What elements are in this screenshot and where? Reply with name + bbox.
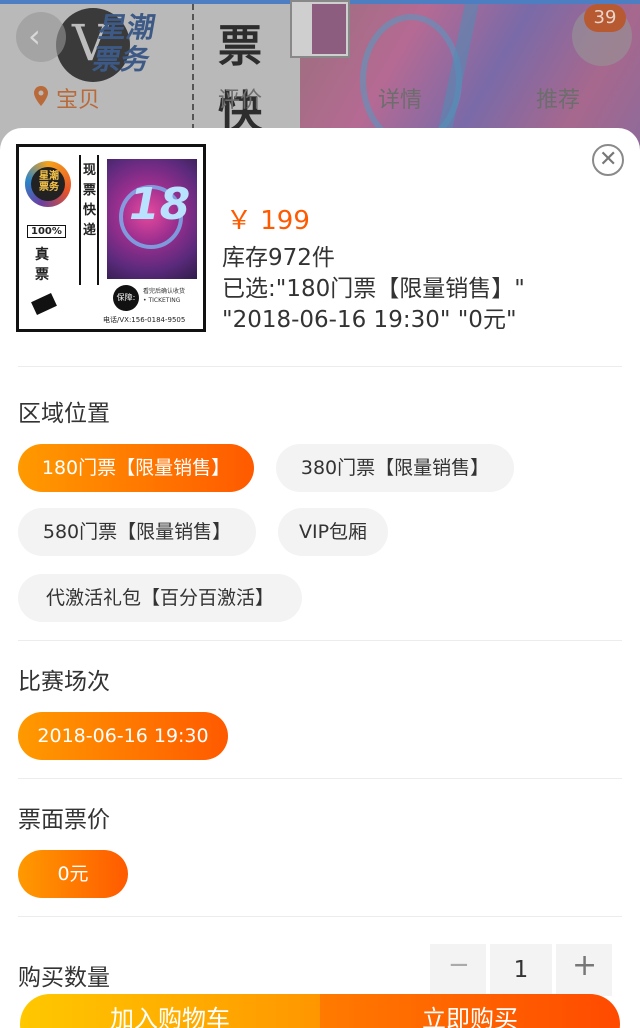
sku-sheet: ✕ 星潮 票务 100% 真 票 现 票 快 递 18 保障: 看完后确认收货 …	[0, 128, 640, 1028]
tab-reviews[interactable]: 评价	[218, 82, 262, 114]
quantity-input[interactable]: 1	[490, 944, 552, 996]
session-title: 比赛场次	[18, 669, 110, 695]
authentic-text: 真 票	[35, 247, 49, 283]
close-button[interactable]: ✕	[592, 144, 624, 176]
area-option-180[interactable]: 180门票【限量销售】	[18, 444, 254, 492]
action-bar: 加入购物车 立即购买	[20, 994, 620, 1028]
divider	[18, 778, 622, 779]
poster-number: 18	[129, 179, 191, 230]
tab-recommend[interactable]: 推荐	[536, 82, 580, 114]
divider	[18, 366, 622, 367]
mini-poster	[290, 0, 350, 58]
guarantee-badge: 保障:	[113, 285, 139, 311]
tab-details[interactable]: 详情	[378, 82, 422, 114]
area-option-580[interactable]: 580门票【限量销售】	[18, 508, 256, 556]
close-icon: ✕	[599, 147, 618, 172]
thumbnail-logo: 星潮 票务	[25, 161, 71, 207]
location-pin-icon	[34, 86, 48, 106]
quantity-plus-button[interactable]: +	[556, 944, 612, 996]
brand-name: 星潮 票务	[90, 11, 158, 76]
minus-icon: −	[448, 950, 470, 980]
tab-baobei[interactable]: 宝贝	[56, 82, 100, 114]
price: ￥ 199	[226, 206, 310, 236]
product-thumbnail: 星潮 票务 100% 真 票 现 票 快 递 18 保障: 看完后确认收货 • …	[16, 144, 206, 332]
divider	[18, 916, 622, 917]
area-option-gift[interactable]: 代激活礼包【百分百激活】	[18, 574, 302, 622]
stock: 库存972件	[222, 245, 335, 271]
area-option-vip[interactable]: VIP包厢	[278, 508, 388, 556]
chevron-left-icon: ‹	[28, 17, 41, 55]
face-value-option[interactable]: 0元	[18, 850, 128, 898]
buy-now-button[interactable]: 立即购买	[320, 994, 620, 1028]
ticketing-text: 看完后确认收货 • TICKETING	[143, 288, 186, 304]
back-button[interactable]: ‹	[16, 12, 66, 62]
quantity-minus-button[interactable]: −	[430, 944, 486, 996]
authentic-percent: 100%	[27, 225, 66, 238]
divider	[18, 640, 622, 641]
area-title: 区域位置	[18, 401, 110, 427]
thumbnail-logo-text: 星潮 票务	[39, 171, 59, 193]
phone-text: 电话/VX:156-0184-9505	[103, 316, 186, 324]
area-option-380[interactable]: 380门票【限量销售】	[276, 444, 514, 492]
plus-icon: +	[572, 948, 598, 983]
event-poster: 18	[107, 159, 197, 279]
quantity-title: 购买数量	[18, 965, 110, 991]
product-tabs: 宝贝 评价 详情 推荐	[0, 76, 640, 120]
add-to-cart-button[interactable]: 加入购物车	[20, 994, 320, 1028]
vertical-text: 现 票 快 递	[83, 163, 97, 238]
cart-badge: 39	[584, 4, 626, 32]
face-value-title: 票面票价	[18, 807, 110, 833]
ticket-icon	[31, 293, 57, 315]
session-option[interactable]: 2018-06-16 19:30	[18, 712, 228, 760]
selected-summary: 已选:"180门票【限量销售】" "2018-06-16 19:30" "0元"	[222, 276, 525, 333]
